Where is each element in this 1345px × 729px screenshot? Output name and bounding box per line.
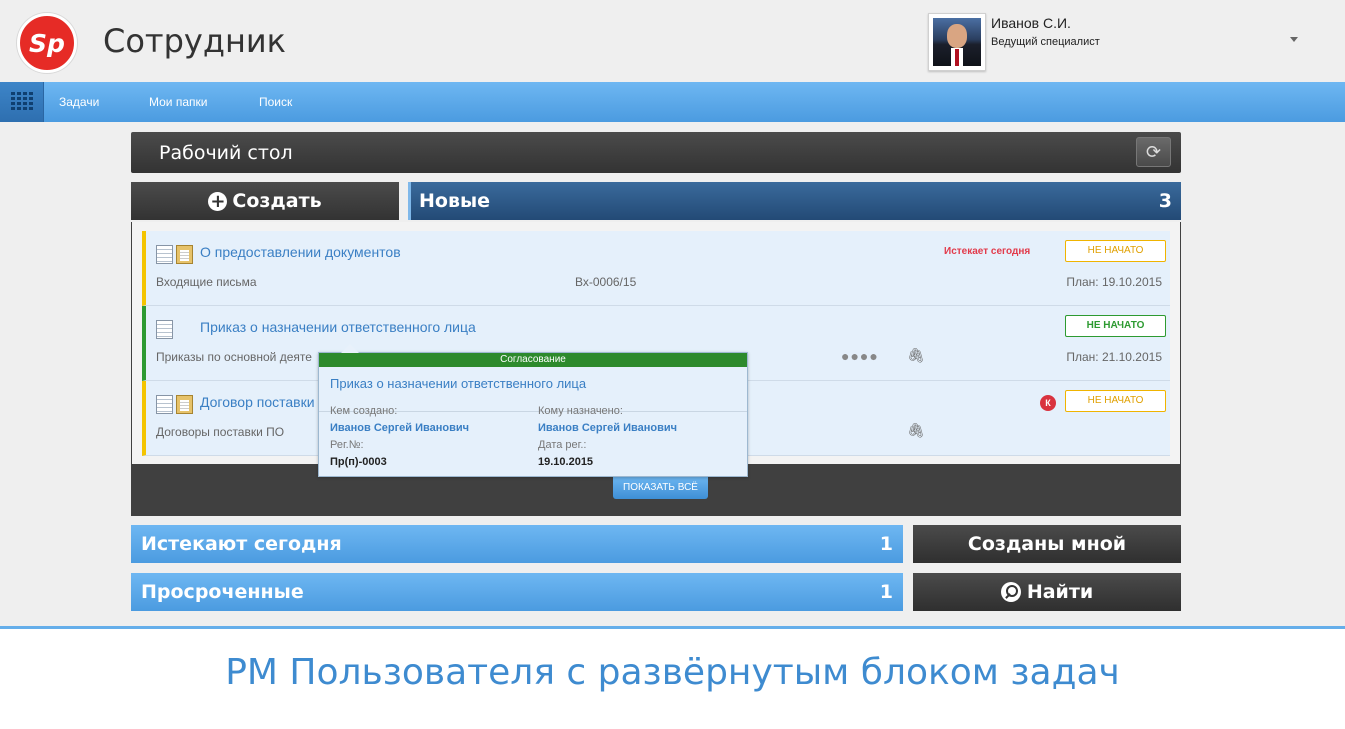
avatar[interactable] <box>928 13 986 71</box>
task-item[interactable]: О предоставлении документов Входящие пис… <box>142 231 1170 306</box>
refresh-button[interactable]: ⟳ <box>1136 137 1171 167</box>
task-title[interactable]: Приказ о назначении ответственного лица <box>200 319 476 335</box>
user-name[interactable]: Иванов С.И. <box>991 15 1071 31</box>
task-expire-label: Истекает сегодня <box>944 246 1031 257</box>
main-nav: Задачи Мои папки Поиск <box>0 82 1345 122</box>
task-plan-date: План: 19.10.2015 <box>1066 275 1162 289</box>
search-icon <box>1000 582 1021 602</box>
expire-today-widget[interactable]: Истекают сегодня 1 <box>131 525 903 563</box>
nav-item-tasks[interactable]: Задачи <box>59 95 99 109</box>
create-button[interactable]: + Создать <box>131 182 399 220</box>
task-tooltip: Согласование Приказ о назначении ответст… <box>318 344 748 477</box>
assigned-value[interactable]: Иванов Сергей Иванович <box>538 422 677 434</box>
created-by-me-label: Созданы мной <box>967 533 1127 555</box>
created-by-me-button[interactable]: Созданы мной <box>913 525 1181 563</box>
document-icon <box>156 395 173 414</box>
document-icon <box>156 320 173 339</box>
status-badge: НЕ НАЧАТО <box>1065 240 1166 262</box>
created-by-value[interactable]: Иванов Сергей Иванович <box>330 422 469 434</box>
nav-item-my-folders[interactable]: Мои папки <box>149 95 207 109</box>
find-button[interactable]: Найти <box>913 573 1181 611</box>
overdue-widget[interactable]: Просроченные 1 <box>131 573 903 611</box>
avatar-photo <box>933 18 981 66</box>
find-label: Найти <box>1026 581 1094 603</box>
task-number: Вх-0006/15 <box>575 275 637 289</box>
app-title: Сотрудник <box>103 22 286 60</box>
reg-date-label: Дата рег.: <box>538 439 587 451</box>
tooltip-stage: Согласование <box>319 353 747 367</box>
nav-item-search[interactable]: Поиск <box>259 95 292 109</box>
paperclip-icon[interactable]: 🖇 <box>907 347 925 364</box>
clipboard-icon <box>176 245 193 264</box>
plus-icon: + <box>208 190 228 212</box>
new-tasks-count: 3 <box>1158 190 1172 212</box>
assigned-label: Кому назначено: <box>538 405 623 417</box>
refresh-icon: ⟳ <box>1145 142 1162 162</box>
overdue-label: Просроченные <box>141 581 304 603</box>
task-plan-date: План: 21.10.2015 <box>1066 350 1162 364</box>
reg-date-value: 19.10.2015 <box>538 456 594 468</box>
task-category: Входящие письма <box>156 275 257 289</box>
expire-today-label: Истекают сегодня <box>141 533 342 555</box>
app-logo[interactable]: Sp <box>17 13 77 73</box>
created-by-label: Кем создано: <box>330 405 398 417</box>
rating-dots: ●●●● <box>841 348 879 364</box>
app-window: Sp Сотрудник Иванов С.И. Ведущий специал… <box>0 0 1345 626</box>
clipboard-icon <box>176 395 193 414</box>
divider <box>0 626 1345 629</box>
chevron-down-icon[interactable] <box>1290 37 1298 42</box>
user-role: Ведущий специалист <box>991 36 1100 48</box>
expire-today-count: 1 <box>879 533 893 555</box>
page-title: Рабочий стол <box>159 142 293 164</box>
task-title[interactable]: Договор поставки <box>200 394 315 410</box>
task-title[interactable]: О предоставлении документов <box>200 244 401 260</box>
status-badge: НЕ НАЧАТО <box>1065 315 1166 337</box>
task-category: Приказы по основной деяте <box>156 350 312 364</box>
reg-no-value: Пр(п)-0003 <box>330 456 387 468</box>
reg-no-label: Рег.№: <box>330 439 364 451</box>
document-icon <box>156 245 173 264</box>
header: Sp Сотрудник Иванов С.И. Ведущий специал… <box>0 0 1345 82</box>
overdue-count: 1 <box>879 581 893 603</box>
status-badge: НЕ НАЧАТО <box>1065 390 1166 412</box>
desk-header: Рабочий стол ⟳ <box>131 132 1181 173</box>
task-category: Договоры поставки ПО <box>156 425 285 439</box>
new-tasks-title: Новые <box>419 190 491 212</box>
control-badge: К <box>1040 395 1056 411</box>
show-all-button[interactable]: ПОКАЗАТЬ ВСЁ <box>613 476 708 499</box>
create-label: Создать <box>232 190 322 212</box>
paperclip-icon[interactable]: 🖇 <box>907 422 925 439</box>
apps-grid-icon[interactable] <box>0 82 44 122</box>
new-tasks-header[interactable]: Новые 3 <box>408 182 1181 220</box>
slide-caption: РМ Пользователя с развёрнутым блоком зад… <box>225 652 1120 693</box>
